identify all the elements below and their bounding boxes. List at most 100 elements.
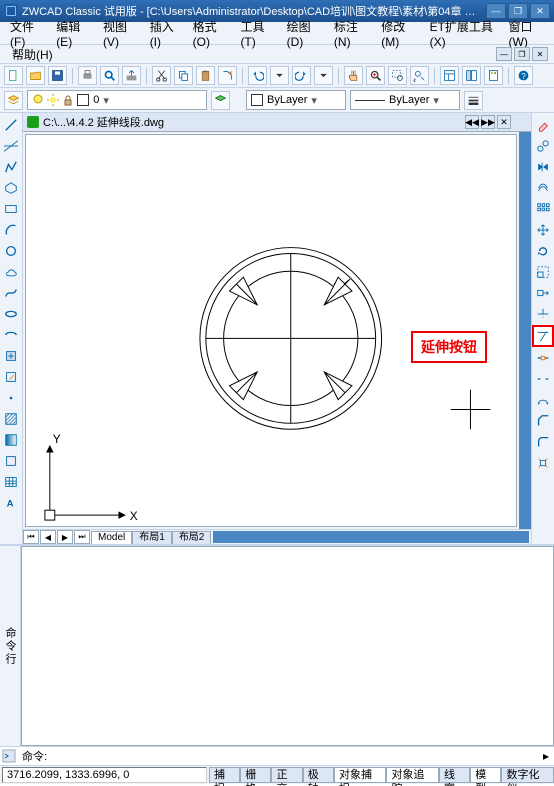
trim-tool[interactable] xyxy=(533,304,553,324)
menu-window[interactable]: 窗口(W) xyxy=(503,16,550,51)
open-button[interactable] xyxy=(26,66,45,85)
copy-tool[interactable] xyxy=(533,136,553,156)
mdi-restore-button[interactable]: ❐ xyxy=(514,47,530,61)
offset-tool[interactable] xyxy=(533,178,553,198)
erase-tool[interactable] xyxy=(533,115,553,135)
ellipse-tool[interactable] xyxy=(1,304,21,324)
tool-palette-button[interactable] xyxy=(484,66,503,85)
gradient-tool[interactable] xyxy=(1,430,21,450)
tab-nav-left[interactable]: ◀◀ xyxy=(465,115,479,129)
hatch-tool[interactable] xyxy=(1,409,21,429)
match-button[interactable] xyxy=(218,66,237,85)
ellipse-arc-tool[interactable] xyxy=(1,325,21,345)
cut-button[interactable] xyxy=(152,66,171,85)
explode-tool[interactable] xyxy=(533,453,553,473)
break-at-point-tool[interactable] xyxy=(533,348,553,368)
command-options-button[interactable]: ▸ xyxy=(538,748,554,764)
menu-et[interactable]: ET扩展工具(X) xyxy=(424,16,501,51)
color-combo[interactable]: ByLayer xyxy=(246,90,346,110)
status-toggle-6[interactable]: 线宽 xyxy=(439,767,470,783)
help-button[interactable]: ? xyxy=(514,66,533,85)
polyline-tool[interactable] xyxy=(1,157,21,177)
circle-tool[interactable] xyxy=(1,241,21,261)
revcloud-tool[interactable] xyxy=(1,262,21,282)
print-button[interactable] xyxy=(78,66,97,85)
rotate-tool[interactable] xyxy=(533,241,553,261)
menu-tools[interactable]: 工具(T) xyxy=(234,16,278,51)
break-tool[interactable] xyxy=(533,369,553,389)
preview-button[interactable] xyxy=(100,66,119,85)
undo-dropdown[interactable] xyxy=(270,66,289,85)
menu-modify[interactable]: 修改(M) xyxy=(375,16,421,51)
scale-tool[interactable] xyxy=(533,262,553,282)
spline-tool[interactable] xyxy=(1,283,21,303)
redo-dropdown[interactable] xyxy=(314,66,333,85)
insert-block-tool[interactable] xyxy=(1,346,21,366)
document-tab[interactable]: C:\...\4.4.2 延伸线段.dwg ◀◀ ▶▶ ✕ xyxy=(23,113,531,132)
status-toggle-8[interactable]: 数字化仪 xyxy=(501,767,554,783)
stretch-tool[interactable] xyxy=(533,283,553,303)
tab-nav-first[interactable]: ⏮ xyxy=(23,530,39,544)
region-tool[interactable] xyxy=(1,451,21,471)
zoom-window-button[interactable] xyxy=(388,66,407,85)
layout1-tab[interactable]: 布局1 xyxy=(132,531,172,544)
tab-nav-last[interactable]: ⏭ xyxy=(74,530,90,544)
drawing-canvas[interactable]: X Y 延伸按钮 xyxy=(25,134,517,527)
properties-button[interactable] xyxy=(440,66,459,85)
command-input[interactable] xyxy=(51,747,538,765)
menu-dim[interactable]: 标注(N) xyxy=(328,16,373,51)
menu-draw[interactable]: 绘图(D) xyxy=(281,16,326,51)
new-button[interactable] xyxy=(4,66,23,85)
table-tool[interactable] xyxy=(1,472,21,492)
status-toggle-3[interactable]: 极轴 xyxy=(303,767,334,783)
status-toggle-7[interactable]: 模型 xyxy=(470,767,501,783)
publish-button[interactable] xyxy=(122,66,141,85)
redo-button[interactable] xyxy=(292,66,311,85)
menu-insert[interactable]: 插入(I) xyxy=(144,16,185,51)
pan-button[interactable] xyxy=(344,66,363,85)
menu-format[interactable]: 格式(O) xyxy=(187,16,233,51)
paste-button[interactable] xyxy=(196,66,215,85)
mdi-minimize-button[interactable]: — xyxy=(496,47,512,61)
point-tool[interactable] xyxy=(1,388,21,408)
layout2-tab[interactable]: 布局2 xyxy=(172,531,212,544)
layer-previous-button[interactable] xyxy=(211,91,230,110)
chamfer-tool[interactable] xyxy=(533,411,553,431)
zoom-previous-button[interactable] xyxy=(410,66,429,85)
tab-nav-next[interactable]: ▶ xyxy=(57,530,73,544)
model-tab[interactable]: Model xyxy=(91,531,132,544)
rectangle-tool[interactable] xyxy=(1,199,21,219)
lineweight-button[interactable] xyxy=(464,91,483,110)
save-button[interactable] xyxy=(48,66,67,85)
status-toggle-2[interactable]: 正交 xyxy=(271,767,302,783)
arc-tool[interactable] xyxy=(1,220,21,240)
command-history[interactable] xyxy=(21,546,554,746)
design-center-button[interactable] xyxy=(462,66,481,85)
zoom-realtime-button[interactable] xyxy=(366,66,385,85)
menu-help[interactable]: 帮助(H) xyxy=(6,44,59,65)
menu-view[interactable]: 视图(V) xyxy=(97,16,142,51)
status-toggle-5[interactable]: 对象追踪 xyxy=(386,767,439,783)
canvas-vscroll[interactable] xyxy=(519,132,531,529)
join-tool[interactable] xyxy=(533,390,553,410)
status-toggle-0[interactable]: 捕捉 xyxy=(209,767,240,783)
layer-combo[interactable]: 0 xyxy=(27,90,207,110)
move-tool[interactable] xyxy=(533,220,553,240)
tab-nav-prev[interactable]: ◀ xyxy=(40,530,56,544)
mtext-tool[interactable]: A xyxy=(1,493,21,513)
line-tool[interactable] xyxy=(1,115,21,135)
linetype-combo[interactable]: ByLayer xyxy=(350,90,460,110)
undo-button[interactable] xyxy=(248,66,267,85)
polygon-tool[interactable] xyxy=(1,178,21,198)
status-toggle-4[interactable]: 对象捕捉 xyxy=(334,767,387,783)
tab-close-button[interactable]: ✕ xyxy=(497,115,511,129)
xline-tool[interactable] xyxy=(1,136,21,156)
fillet-tool[interactable] xyxy=(533,432,553,452)
layer-manager-button[interactable] xyxy=(4,91,23,110)
tab-nav-right[interactable]: ▶▶ xyxy=(481,115,495,129)
make-block-tool[interactable] xyxy=(1,367,21,387)
copy-button[interactable] xyxy=(174,66,193,85)
array-tool[interactable] xyxy=(533,199,553,219)
mirror-tool[interactable] xyxy=(533,157,553,177)
extend-tool[interactable] xyxy=(532,325,554,347)
